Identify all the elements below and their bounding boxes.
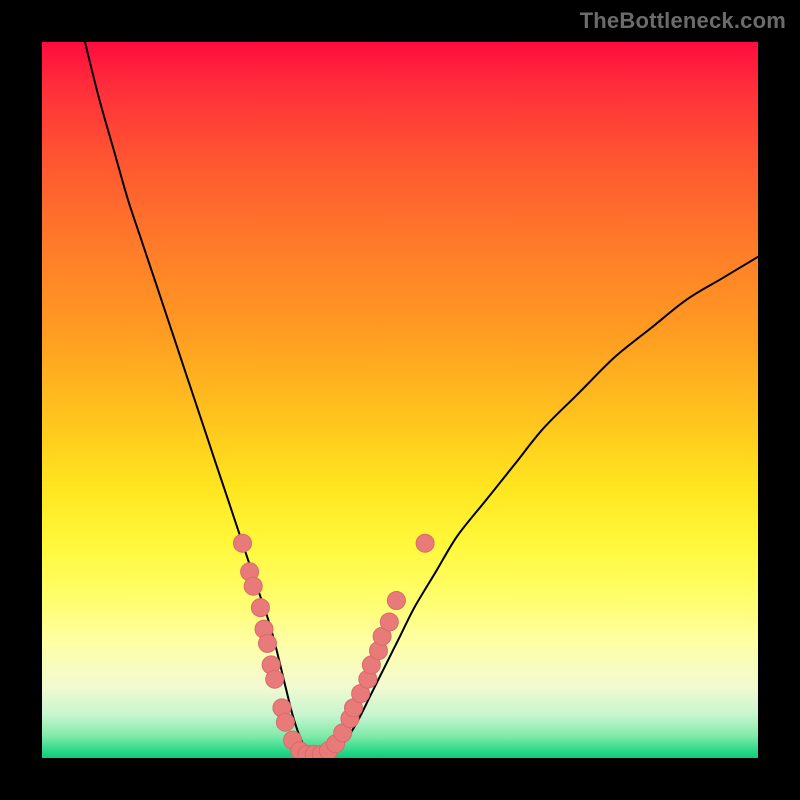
curve-marker [234, 534, 252, 552]
curve-marker [259, 634, 277, 652]
plot-area [42, 42, 758, 758]
chart-frame: TheBottleneck.com [0, 0, 800, 800]
curve-marker [380, 613, 398, 631]
curve-marker [266, 670, 284, 688]
watermark-text: TheBottleneck.com [580, 8, 786, 34]
curve-markers [234, 534, 435, 758]
curve-marker [276, 713, 294, 731]
chart-svg [42, 42, 758, 758]
curve-marker [416, 534, 434, 552]
curve-marker [251, 599, 269, 617]
curve-marker [244, 577, 262, 595]
bottleneck-curve [85, 42, 758, 755]
curve-marker [387, 592, 405, 610]
